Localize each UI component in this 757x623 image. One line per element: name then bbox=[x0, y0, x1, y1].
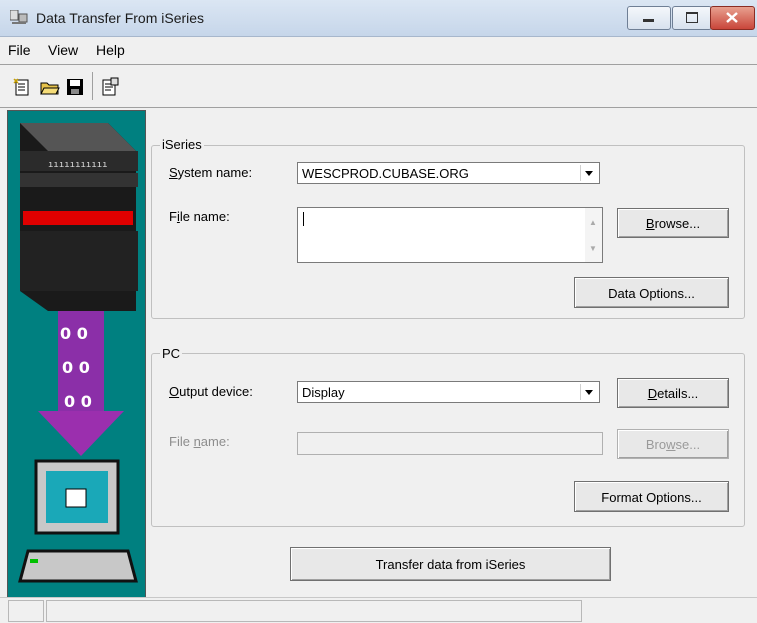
iseries-file-name-input[interactable]: ▲ ▼ bbox=[297, 207, 603, 263]
chevron-down-icon[interactable] bbox=[580, 165, 597, 181]
status-bar bbox=[0, 597, 757, 623]
save-icon[interactable] bbox=[65, 77, 85, 97]
open-icon[interactable] bbox=[40, 77, 60, 97]
output-device-value: Display bbox=[302, 385, 345, 400]
details-button[interactable]: Details... bbox=[617, 378, 729, 408]
scrollbar[interactable]: ▲ ▼ bbox=[585, 208, 602, 262]
chevron-down-icon[interactable] bbox=[580, 384, 597, 400]
text-cursor bbox=[303, 212, 304, 226]
pc-browse-button[interactable]: Browse... bbox=[617, 429, 729, 459]
output-device-label: Output device: bbox=[169, 384, 253, 399]
status-pane bbox=[8, 600, 44, 622]
transfer-button[interactable]: Transfer data from iSeries bbox=[290, 547, 611, 581]
menu-help[interactable]: Help bbox=[96, 42, 125, 58]
data-options-button[interactable]: Data Options... bbox=[574, 277, 729, 308]
separator bbox=[0, 107, 757, 108]
new-icon[interactable] bbox=[12, 77, 32, 97]
format-options-button[interactable]: Format Options... bbox=[574, 481, 729, 512]
scroll-up-icon[interactable]: ▲ bbox=[589, 218, 597, 227]
output-device-combo[interactable]: Display bbox=[297, 381, 600, 403]
pc-file-name-input[interactable] bbox=[297, 432, 603, 455]
scroll-down-icon[interactable]: ▼ bbox=[589, 244, 597, 253]
toolbar-divider bbox=[92, 72, 93, 100]
system-name-value: WESCPROD.CUBASE.ORG bbox=[302, 166, 469, 181]
properties-icon[interactable] bbox=[100, 77, 120, 97]
svg-text:0 0: 0 0 bbox=[64, 392, 92, 411]
menu-file[interactable]: File bbox=[8, 42, 31, 58]
status-pane bbox=[46, 600, 582, 622]
window-title: Data Transfer From iSeries bbox=[36, 10, 205, 26]
maximize-button[interactable] bbox=[672, 6, 712, 30]
close-button[interactable] bbox=[710, 6, 755, 30]
close-icon bbox=[726, 12, 738, 23]
iseries-file-name-label: File name: bbox=[169, 209, 230, 224]
minimize-button[interactable] bbox=[627, 6, 671, 30]
svg-text:0 0: 0 0 bbox=[62, 358, 90, 377]
title-bar[interactable]: Data Transfer From iSeries bbox=[0, 0, 757, 37]
menu-view[interactable]: View bbox=[48, 42, 78, 58]
app-icon bbox=[10, 10, 28, 24]
iseries-group-label: iSeries bbox=[160, 137, 204, 152]
transfer-illustration: ııııııııııı 0 0 0 0 0 0 bbox=[7, 110, 146, 614]
svg-text:0 0: 0 0 bbox=[60, 324, 88, 343]
system-name-combo[interactable]: WESCPROD.CUBASE.ORG bbox=[297, 162, 600, 184]
system-name-label: System name: bbox=[169, 165, 253, 180]
pc-file-name-label: File name: bbox=[169, 434, 230, 449]
separator bbox=[0, 64, 757, 65]
pc-group-label: PC bbox=[160, 346, 183, 361]
svg-text:ııııııııııı: ııııııııııı bbox=[48, 160, 108, 170]
iseries-browse-button[interactable]: Browse... bbox=[617, 208, 729, 238]
